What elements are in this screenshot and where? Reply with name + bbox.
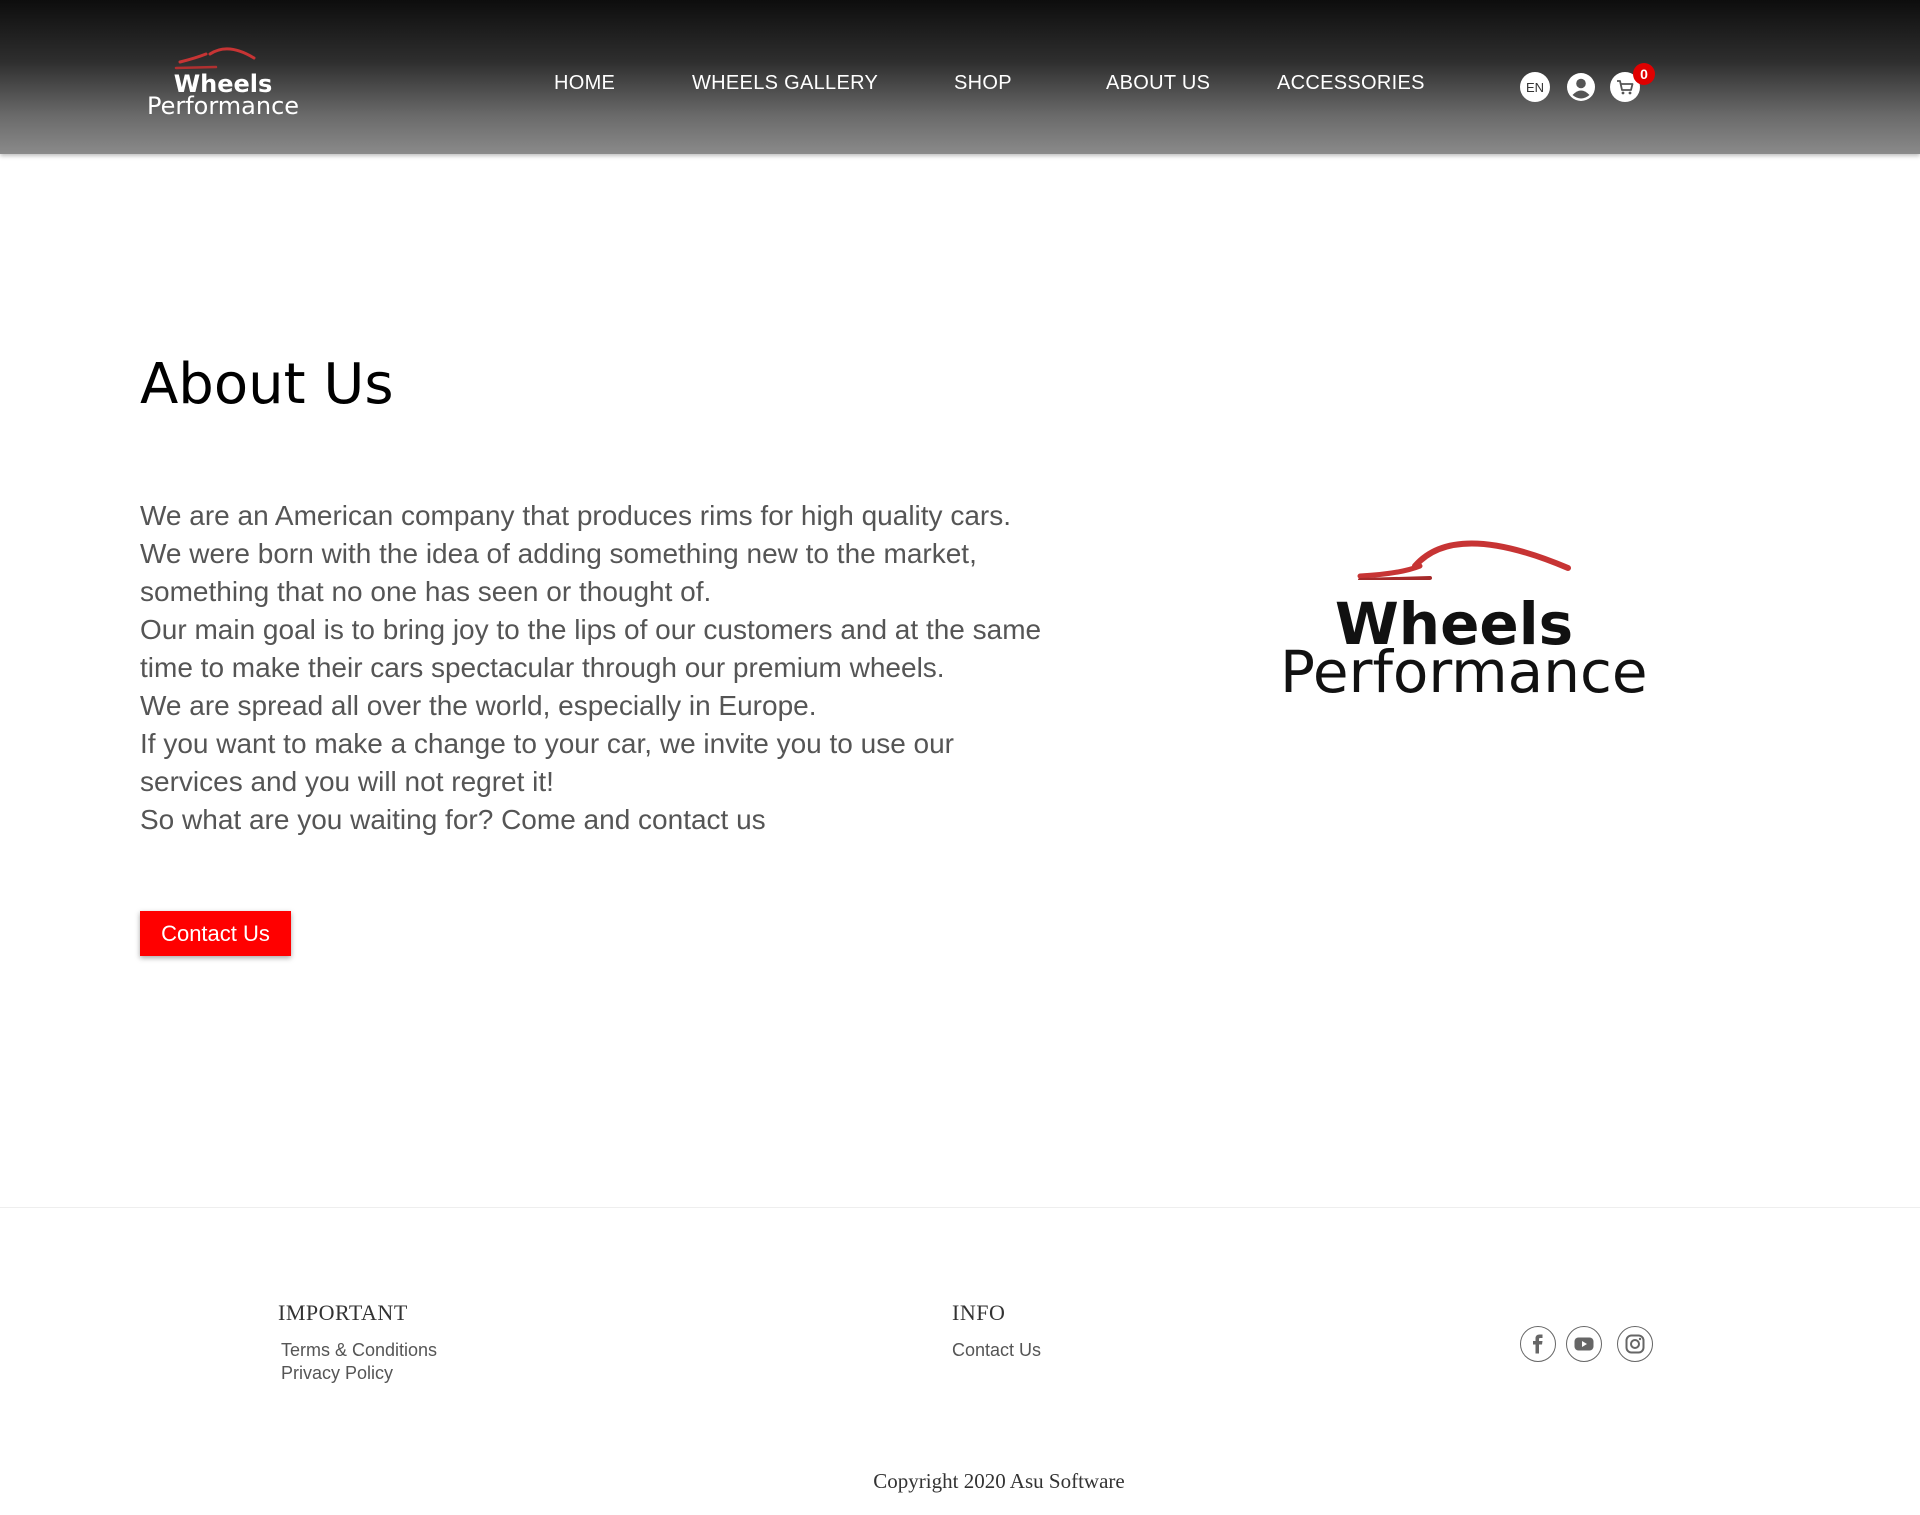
about-line: We are spread all over the world, especi… xyxy=(140,690,817,721)
nav-shop[interactable]: SHOP xyxy=(954,72,1012,95)
contact-us-button[interactable]: Contact Us xyxy=(140,911,291,956)
nav-home[interactable]: HOME xyxy=(554,72,615,95)
instagram-icon[interactable] xyxy=(1617,1326,1653,1362)
nav-accessories[interactable]: ACCESSORIES xyxy=(1277,72,1425,95)
nav-wheels-gallery[interactable]: WHEELS GALLERY xyxy=(692,72,878,95)
youtube-icon[interactable] xyxy=(1566,1326,1602,1362)
cart-count-badge: 0 xyxy=(1633,63,1655,85)
footer-divider xyxy=(0,1207,1920,1208)
about-line: time to make their cars spectacular thro… xyxy=(140,652,945,683)
terms-conditions-link[interactable]: Terms & Conditions xyxy=(281,1340,437,1361)
about-line: If you want to make a change to your car… xyxy=(140,728,955,759)
header-logo[interactable]: Wheels Performance xyxy=(138,40,308,122)
language-selector[interactable]: EN xyxy=(1520,72,1550,102)
about-line: Our main goal is to bring joy to the lip… xyxy=(140,614,1042,645)
footer-contact-link[interactable]: Contact Us xyxy=(952,1340,1041,1361)
facebook-icon[interactable] xyxy=(1520,1326,1556,1362)
brand-logo-image: Wheels Performance xyxy=(1280,520,1680,720)
footer-heading-info: INFO xyxy=(952,1300,1006,1325)
site-header: Wheels Performance HOME WHEELS GALLERY S… xyxy=(0,0,1920,154)
about-paragraph: We are an American company that produces… xyxy=(140,497,1100,839)
logo-arc-icon xyxy=(1357,540,1571,580)
nav-about-us[interactable]: ABOUT US xyxy=(1106,72,1210,95)
about-line: something that no one has seen or though… xyxy=(140,576,712,607)
logo-text-performance: Performance xyxy=(146,92,300,120)
brand-logo-performance: Performance xyxy=(1280,638,1648,706)
privacy-policy-link[interactable]: Privacy Policy xyxy=(281,1363,393,1384)
footer-heading-important: IMPORTANT xyxy=(278,1300,408,1325)
about-line: services and you will not regret it! xyxy=(140,766,554,797)
copyright-text: Copyright 2020 Asu Software xyxy=(873,1469,1125,1493)
user-icon[interactable] xyxy=(1566,72,1596,102)
about-line: So what are you waiting for? Come and co… xyxy=(140,804,766,835)
about-line: We were born with the idea of adding som… xyxy=(140,538,977,569)
page-title: About Us xyxy=(140,352,394,417)
about-line: We are an American company that produces… xyxy=(140,500,1011,531)
